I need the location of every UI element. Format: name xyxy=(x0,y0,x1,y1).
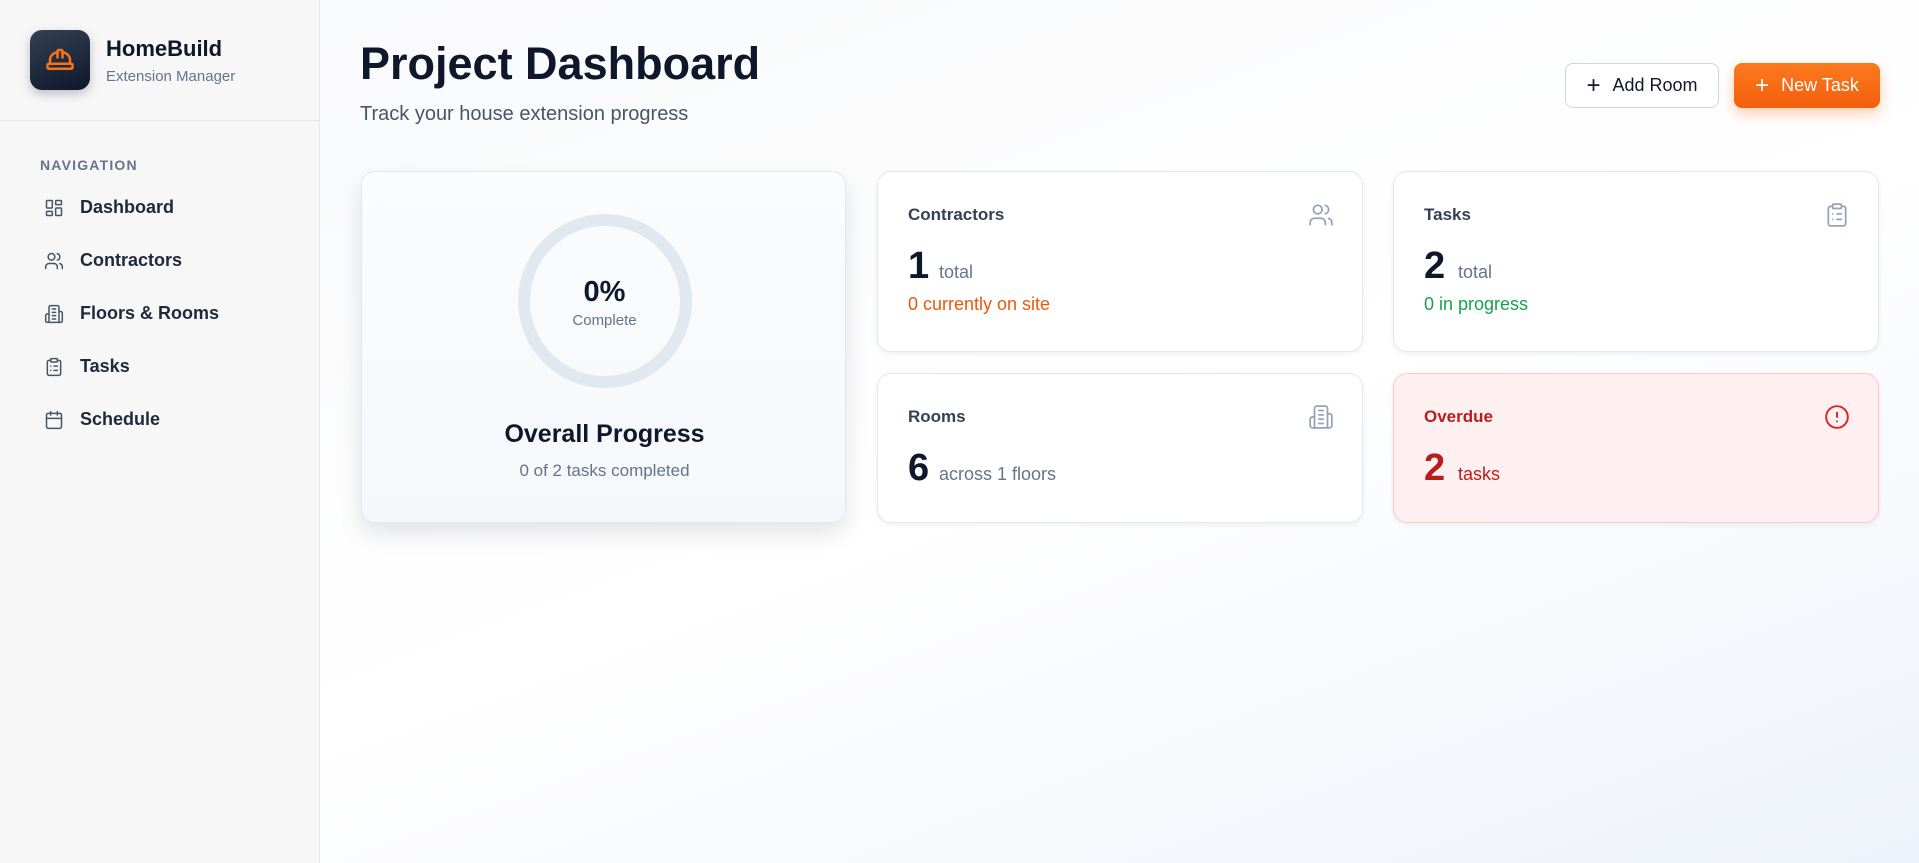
stat-unit: across 1 floors xyxy=(939,464,1057,484)
stat-title: Contractors xyxy=(908,205,1005,224)
nav-item-schedule[interactable]: Schedule xyxy=(0,393,319,446)
stat-value: 2 xyxy=(1424,245,1446,287)
clipboard-icon xyxy=(1827,203,1847,227)
new-task-button[interactable]: + New Task xyxy=(1734,63,1880,108)
stat-unit: total xyxy=(939,262,974,282)
nav-item-dashboard[interactable]: Dashboard xyxy=(0,181,319,234)
overall-progress-card: 0% Complete Overall Progress 0 of 2 task… xyxy=(361,171,846,523)
plus-icon: + xyxy=(1586,71,1601,99)
nav-label: Tasks xyxy=(80,356,130,376)
stat-unit: total xyxy=(1458,262,1493,282)
stat-note: 0 in progress xyxy=(1424,294,1529,314)
progress-percent: 0% xyxy=(583,276,626,308)
nav-item-tasks[interactable]: Tasks xyxy=(0,340,319,393)
new-task-label: New Task xyxy=(1781,75,1859,95)
nav-list: Dashboard Contractors Floors & Rooms Tas… xyxy=(0,181,319,446)
building-icon xyxy=(1309,405,1333,429)
progress-complete-label: Complete xyxy=(572,312,637,329)
building-icon xyxy=(44,304,64,323)
page-title: Project Dashboard xyxy=(360,38,761,89)
plus-icon: + xyxy=(1755,71,1770,99)
nav-item-contractors[interactable]: Contractors xyxy=(0,234,319,287)
stat-title: Overdue xyxy=(1424,407,1493,426)
clipboard-icon xyxy=(46,357,62,376)
users-icon xyxy=(44,252,64,269)
grid-icon xyxy=(45,199,63,216)
stat-title: Tasks xyxy=(1424,205,1471,224)
hard-hat-icon[interactable] xyxy=(30,30,90,90)
brand-name: HomeBuild xyxy=(106,35,223,61)
alert-circle-icon xyxy=(1825,405,1849,429)
stat-title: Rooms xyxy=(908,407,966,426)
stat-note: 0 currently on site xyxy=(908,294,1051,314)
nav-heading: NAVIGATION xyxy=(40,157,138,173)
stat-value: 6 xyxy=(908,447,930,489)
contractors-card[interactable]: Contractors 1 total 0 currently on site xyxy=(877,171,1363,352)
overdue-card[interactable]: Overdue 2 tasks xyxy=(1393,373,1879,523)
brand: HomeBuild Extension Manager xyxy=(0,0,319,121)
page-subtitle: Track your house extension progress xyxy=(360,103,689,125)
stat-value: 1 xyxy=(908,245,930,287)
progress-title: Overall Progress xyxy=(504,420,705,448)
nav-item-floors-rooms[interactable]: Floors & Rooms xyxy=(0,287,319,340)
stat-unit: tasks xyxy=(1458,464,1501,484)
progress-summary: 0 of 2 tasks completed xyxy=(519,461,690,480)
nav-label: Floors & Rooms xyxy=(80,303,220,323)
nav-label: Contractors xyxy=(80,250,183,270)
sidebar: HomeBuild Extension Manager NAVIGATION D… xyxy=(0,0,320,863)
rooms-card[interactable]: Rooms 6 across 1 floors xyxy=(877,373,1363,523)
add-room-label: Add Room xyxy=(1612,75,1698,95)
users-icon xyxy=(1309,204,1333,226)
tasks-card[interactable]: Tasks 2 total 0 in progress xyxy=(1393,171,1879,352)
nav-label: Schedule xyxy=(80,409,161,429)
stat-value: 2 xyxy=(1424,447,1446,489)
calendar-icon xyxy=(45,410,63,429)
add-room-button[interactable]: + Add Room xyxy=(1565,63,1719,108)
nav-label: Dashboard xyxy=(80,197,175,217)
brand-subtitle: Extension Manager xyxy=(106,67,236,85)
